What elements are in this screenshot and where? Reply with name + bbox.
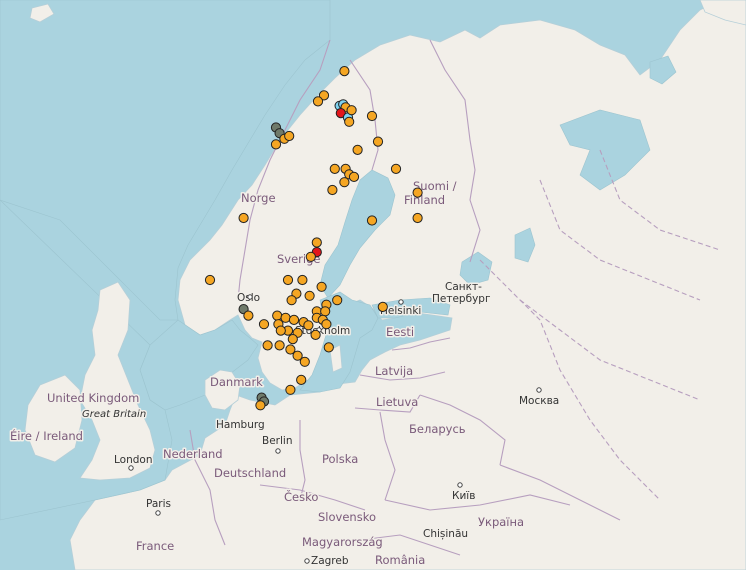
marker-orange[interactable] xyxy=(352,144,363,155)
label-belarus: Беларусь xyxy=(409,422,466,436)
marker-orange[interactable] xyxy=(321,319,332,330)
label-london: London xyxy=(114,454,153,466)
label-slovensko: Slovensko xyxy=(318,510,376,524)
marker-orange[interactable] xyxy=(305,251,316,262)
marker-orange[interactable] xyxy=(332,295,343,306)
marker-orange[interactable] xyxy=(255,400,266,411)
marker-orange[interactable] xyxy=(412,212,423,224)
capital-dot xyxy=(536,387,542,393)
marker-orange[interactable] xyxy=(282,274,294,286)
label-spb-1: Санкт- xyxy=(445,281,482,293)
marker-orange[interactable] xyxy=(296,374,307,385)
marker-orange[interactable] xyxy=(372,136,384,147)
marker-orange[interactable] xyxy=(339,177,350,188)
marker-orange[interactable] xyxy=(311,237,322,248)
label-deutschland: Deutschland xyxy=(214,466,286,480)
label-lietuva: Lietuva xyxy=(376,395,418,409)
capital-dot xyxy=(275,448,281,454)
capital-dot xyxy=(304,558,310,564)
marker-orange[interactable] xyxy=(287,334,298,345)
marker-orange[interactable] xyxy=(346,105,357,116)
label-france: France xyxy=(136,539,174,553)
marker-orange[interactable] xyxy=(310,329,321,340)
label-eire: Éire / Ireland xyxy=(10,428,83,443)
marker-orange[interactable] xyxy=(243,310,254,321)
label-moskva: Москва xyxy=(519,395,559,407)
marker-orange[interactable] xyxy=(377,301,388,312)
marker-orange[interactable] xyxy=(316,281,327,292)
map-view[interactable]: Norge Sverige Suomi / Finland Helsinki С… xyxy=(0,0,746,570)
marker-orange[interactable] xyxy=(274,340,285,351)
marker-orange[interactable] xyxy=(327,184,338,196)
capital-dot xyxy=(457,482,463,488)
marker-orange[interactable] xyxy=(284,130,295,142)
marker-orange[interactable] xyxy=(366,110,378,122)
marker-orange[interactable] xyxy=(204,274,216,286)
marker-orange[interactable] xyxy=(272,310,283,321)
marker-orange[interactable] xyxy=(238,212,249,224)
marker-orange[interactable] xyxy=(258,319,270,330)
marker-orange[interactable] xyxy=(288,314,300,325)
marker-orange[interactable] xyxy=(329,163,340,174)
capital-dot xyxy=(128,465,134,471)
label-polska: Polska xyxy=(322,452,358,466)
capital-dot xyxy=(247,294,253,300)
label-uk: United Kingdom xyxy=(47,391,139,405)
marker-orange[interactable] xyxy=(323,342,334,353)
marker-orange[interactable] xyxy=(320,306,331,317)
marker-orange[interactable] xyxy=(344,116,355,127)
capital-dot xyxy=(398,299,404,305)
label-spb-2: Петербург xyxy=(432,293,490,305)
marker-orange[interactable] xyxy=(366,215,378,226)
marker-orange[interactable] xyxy=(390,163,402,174)
marker-orange[interactable] xyxy=(285,384,296,395)
label-ukraina: Україна xyxy=(478,515,524,529)
label-hamburg: Hamburg xyxy=(216,419,265,431)
label-zagreb: Zagreb xyxy=(311,555,349,567)
capital-dot xyxy=(155,510,161,516)
marker-orange[interactable] xyxy=(262,340,273,351)
label-finland: Finland xyxy=(404,193,445,207)
label-paris: Paris xyxy=(146,498,171,510)
label-magyarorszag: Magyarország xyxy=(302,535,383,549)
marker-orange[interactable] xyxy=(339,66,350,77)
marker-orange[interactable] xyxy=(348,171,360,182)
label-great-britain: Great Britain xyxy=(82,409,146,420)
marker-orange[interactable] xyxy=(312,96,324,107)
label-danmark: Danmark xyxy=(210,375,263,389)
label-nederland: Nederland xyxy=(163,447,223,461)
label-norge: Norge xyxy=(241,191,276,205)
marker-orange[interactable] xyxy=(297,274,308,286)
marker-orange[interactable] xyxy=(304,290,315,301)
label-chisinau: Chișinău xyxy=(423,528,468,540)
marker-orange[interactable] xyxy=(303,320,314,331)
label-kyiv: Київ xyxy=(452,490,475,502)
marker-orange[interactable] xyxy=(299,356,310,367)
label-latvija: Latvija xyxy=(375,364,413,378)
label-berlin: Berlin xyxy=(262,435,292,447)
marker-orange[interactable] xyxy=(270,139,282,150)
marker-orange[interactable] xyxy=(286,295,297,306)
map-canvas[interactable]: Norge Sverige Suomi / Finland Helsinki С… xyxy=(0,0,746,570)
label-cesko: Česko xyxy=(284,489,318,504)
marker-orange[interactable] xyxy=(412,187,423,198)
marker-orange[interactable] xyxy=(275,325,286,336)
label-eesti: Eesti xyxy=(386,325,414,339)
label-romania: România xyxy=(375,553,425,567)
